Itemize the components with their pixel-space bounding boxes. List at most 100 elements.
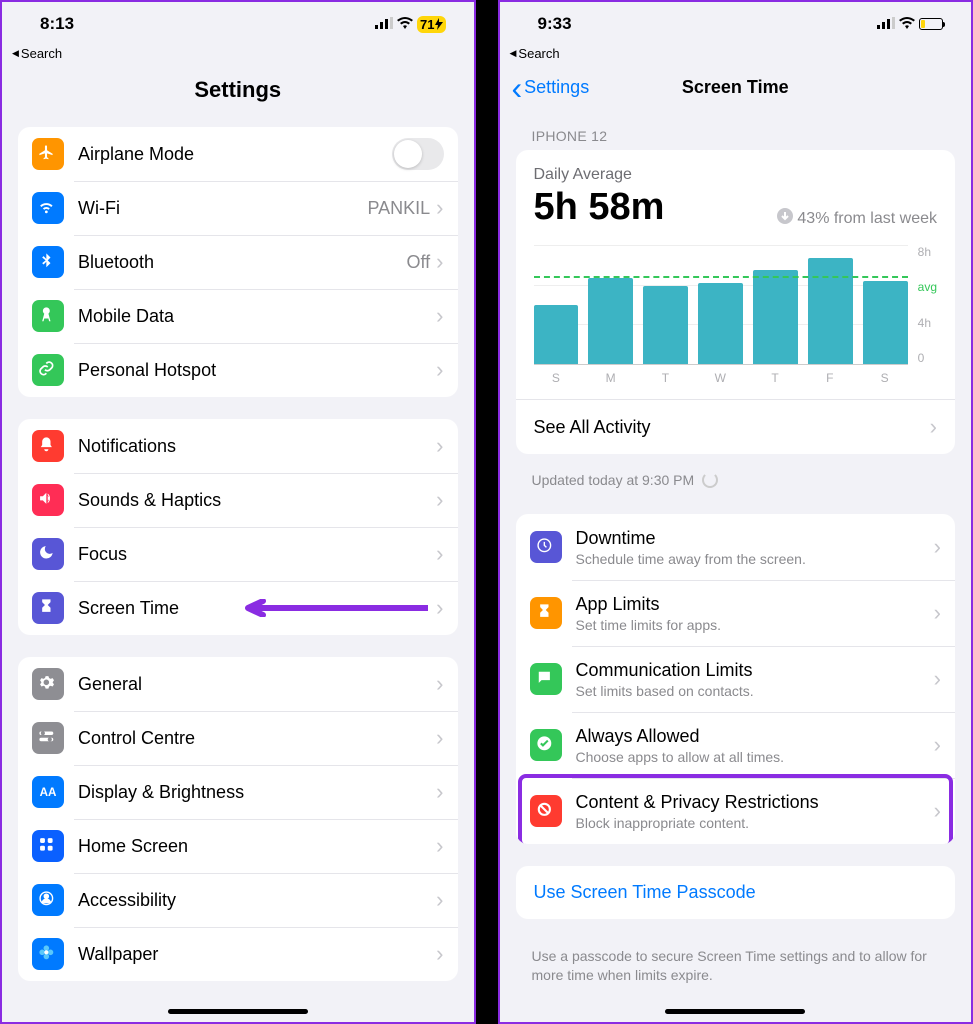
row-label: Mobile Data [78,306,436,327]
row-label: Display & Brightness [78,782,436,803]
row-title: Always Allowed [576,726,934,747]
chevron-right-icon: › [436,357,443,383]
battery-icon [919,18,943,30]
chevron-right-icon: › [436,671,443,697]
settings-row-display-brightness[interactable]: AADisplay & Brightness› [18,765,458,819]
option-row-always-allowed[interactable]: Always Allowed Choose apps to allow at al… [516,712,956,778]
wifi-icon [397,14,413,34]
chevron-right-icon: › [436,433,443,459]
use-passcode-button[interactable]: Use Screen Time Passcode [516,866,956,919]
breadcrumb-back[interactable]: Search [2,46,474,67]
chart-bar [863,281,908,364]
row-label: Sounds & Haptics [78,490,436,511]
option-row-content-privacy-restrictions[interactable]: Content & Privacy RestrictionsBlock inap… [516,778,956,844]
spinner-icon [702,472,718,488]
settings-row-mobile-data[interactable]: Mobile Data› [18,289,458,343]
chevron-right-icon: › [934,666,941,692]
chart-x-label: M [588,371,633,385]
home-indicator[interactable] [665,1009,805,1014]
chevron-right-icon: › [436,195,443,221]
chat-icon [530,663,562,695]
screen-time-options-group: DowntimeSchedule time away from the scre… [516,514,956,844]
airplane-icon [32,138,64,170]
settings-row-wi-fi[interactable]: Wi-FiPANKIL› [18,181,458,235]
chevron-right-icon: › [436,303,443,329]
row-subtitle: Set limits based on contacts. [576,683,934,699]
chevron-right-icon: › [436,595,443,621]
hourglass-icon [530,597,562,629]
row-label: Notifications [78,436,436,457]
chart-y-label: avg [918,280,937,294]
row-label: Airplane Mode [78,144,392,165]
wifi-icon [32,192,64,224]
chart-y-label: 4h [918,316,937,330]
settings-row-general[interactable]: General› [18,657,458,711]
see-all-activity-row[interactable]: See All Activity› [516,399,956,454]
device-header: IPHONE 12 [500,112,972,150]
settings-row-wallpaper[interactable]: Wallpaper› [18,927,458,981]
chevron-right-icon: › [930,414,937,440]
breadcrumb-back[interactable]: Search [500,46,972,67]
usage-chart: 8havg4h0 [534,245,938,365]
row-subtitle: Choose apps to allow at all times. [576,749,934,765]
chevron-right-icon: › [436,487,443,513]
chart-bar [588,278,633,364]
row-subtitle: Schedule time away from the screen. [576,551,934,567]
chart-x-label: T [753,371,798,385]
row-label: Bluetooth [78,252,406,273]
chevron-right-icon: › [934,600,941,626]
home-indicator[interactable] [168,1009,308,1014]
chart-bar [643,286,688,364]
svg-text:AA: AA [40,786,57,799]
row-label: Personal Hotspot [78,360,436,381]
settings-row-focus[interactable]: Focus› [18,527,458,581]
settings-row-sounds-haptics[interactable]: Sounds & Haptics› [18,473,458,527]
arrow-down-icon [777,208,793,229]
chart-y-label: 0 [918,351,937,365]
chart-x-label: W [698,371,743,385]
chart-bar [753,270,798,364]
option-row-downtime[interactable]: DowntimeSchedule time away from the scre… [516,514,956,580]
flower-icon [32,938,64,970]
daily-average-card[interactable]: Daily Average 5h 58m 43% from last week … [516,150,956,454]
chart-x-label: S [862,371,907,385]
page-title: Settings [2,67,474,119]
chevron-right-icon: › [436,941,443,967]
settings-row-bluetooth[interactable]: BluetoothOff› [18,235,458,289]
settings-row-notifications[interactable]: Notifications› [18,419,458,473]
row-label: Screen Time [78,598,436,619]
settings-row-home-screen[interactable]: Home Screen› [18,819,458,873]
row-subtitle: Block inappropriate content. [576,815,934,831]
option-row-communication-limits[interactable]: Communication LimitsSet limits based on … [516,646,956,712]
row-label: Accessibility [78,890,436,911]
settings-row-screen-time[interactable]: Screen Time› [18,581,458,635]
option-row-app-limits[interactable]: App LimitsSet time limits for apps.› [516,580,956,646]
cellular-icon [877,14,895,34]
grid-icon [32,830,64,862]
clock-icon [530,531,562,563]
hourglass-icon [32,592,64,624]
bluetooth-icon [32,246,64,278]
row-label: General [78,674,436,695]
bell-icon [32,430,64,462]
chart-bar [808,258,853,364]
chevron-right-icon: › [934,534,941,560]
toggle[interactable] [392,138,444,170]
chart-x-label: T [643,371,688,385]
settings-screen: 8:13 71 Search Settings Airplane ModeWi-… [0,0,476,1024]
screen-time-screen: 9:33 Search Settings Screen Time IPHONE … [498,0,973,1024]
settings-row-accessibility[interactable]: Accessibility› [18,873,458,927]
settings-row-personal-hotspot[interactable]: Personal Hotspot› [18,343,458,397]
chevron-right-icon: › [436,541,443,567]
settings-row-airplane-mode[interactable]: Airplane Mode [18,127,458,181]
footer-text: Use a passcode to secure Screen Time set… [500,941,972,999]
gear-icon [32,668,64,700]
nav-back-button[interactable]: Settings [512,77,590,98]
updated-label: Updated today at 9:30 PM [500,466,972,506]
row-value: PANKIL [367,198,430,219]
row-label: Home Screen [78,836,436,857]
daily-average-label: Daily Average [534,166,938,184]
trend-label: 43% from last week [777,208,937,229]
row-value: Off [406,252,430,273]
settings-row-control-centre[interactable]: Control Centre› [18,711,458,765]
